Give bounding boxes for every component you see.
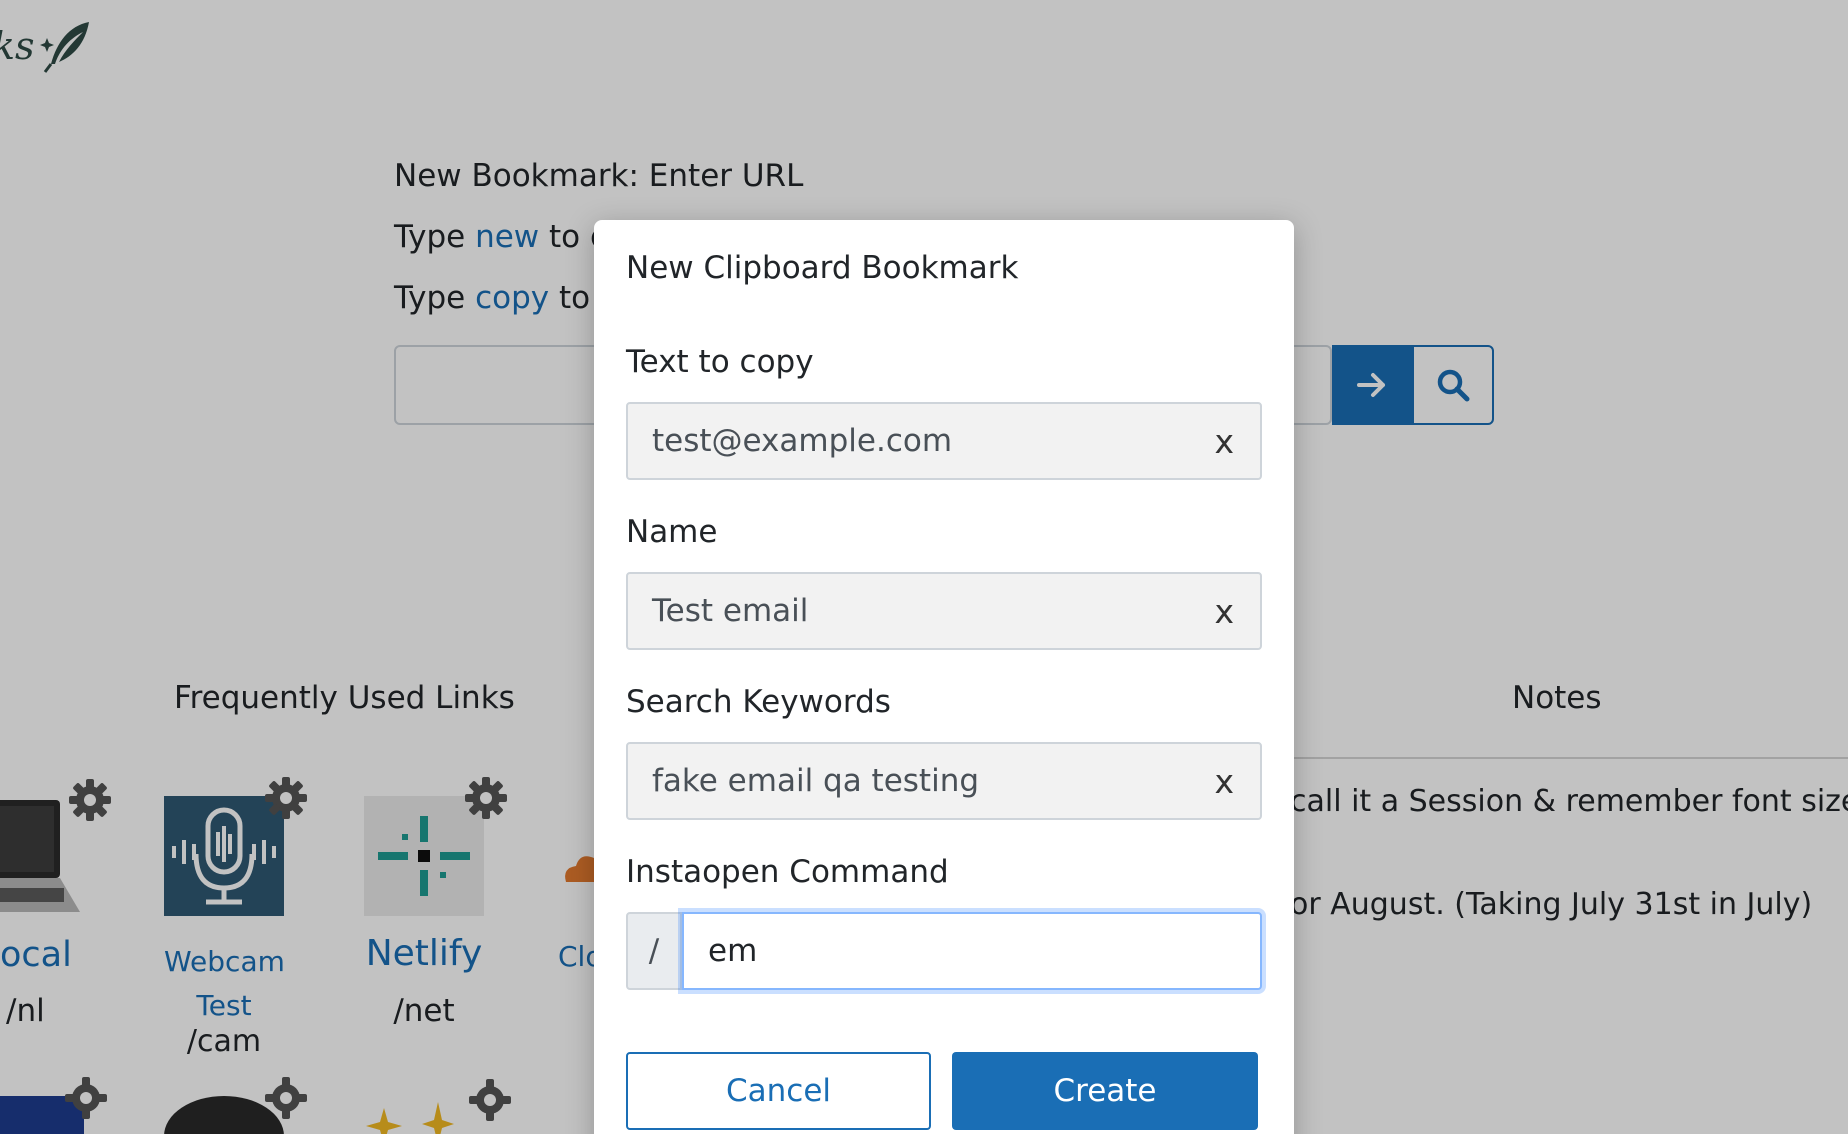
- clear-search-keywords-button[interactable]: x: [1214, 744, 1234, 818]
- clear-name-button[interactable]: x: [1214, 574, 1234, 648]
- instaopen-command-label: Instaopen Command: [626, 854, 949, 890]
- create-button[interactable]: Create: [952, 1052, 1258, 1130]
- search-keywords-field[interactable]: fake email qa testing x: [626, 742, 1262, 820]
- clear-text-to-copy-button[interactable]: x: [1214, 404, 1234, 478]
- search-keywords-label: Search Keywords: [626, 684, 891, 720]
- instaopen-command-value: em: [708, 933, 758, 969]
- text-to-copy-label: Text to copy: [626, 344, 814, 380]
- modal-title: New Clipboard Bookmark: [626, 250, 1019, 286]
- name-value: Test email: [652, 593, 809, 629]
- command-prefix: /: [626, 912, 682, 990]
- new-clipboard-bookmark-modal: New Clipboard Bookmark Text to copy test…: [594, 220, 1294, 1134]
- cancel-button[interactable]: Cancel: [626, 1052, 931, 1130]
- text-to-copy-value: test@example.com: [652, 423, 953, 459]
- search-keywords-value: fake email qa testing: [652, 763, 980, 799]
- name-label: Name: [626, 514, 718, 550]
- text-to-copy-field[interactable]: test@example.com x: [626, 402, 1262, 480]
- name-field[interactable]: Test email x: [626, 572, 1262, 650]
- instaopen-command-input[interactable]: em: [682, 912, 1262, 990]
